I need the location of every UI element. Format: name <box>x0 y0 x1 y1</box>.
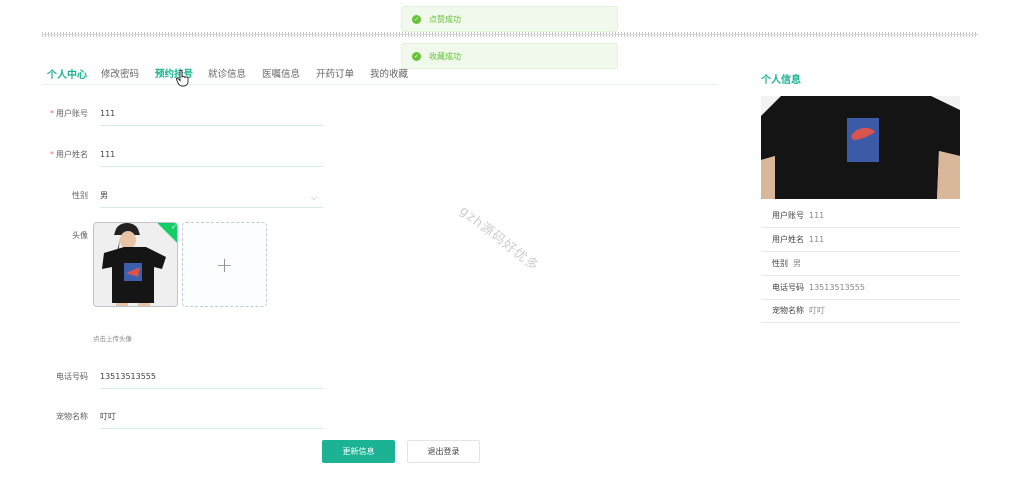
profile-row-account: 用户账号 111 <box>761 205 960 228</box>
profile-row-gender: 性别男 <box>761 253 960 276</box>
profile-row-pet: 宠物名称 叮叮 <box>761 300 960 323</box>
plus-icon: + <box>216 252 233 277</box>
name-input[interactable]: 111 <box>100 148 323 167</box>
phone-input[interactable]: 13513513555 <box>100 370 323 389</box>
toast-text: 收藏成功 <box>429 51 461 61</box>
avatar-label: 头像 <box>72 231 88 240</box>
phone-label: 电话号码 <box>56 372 88 381</box>
pet-label: 宠物名称 <box>56 412 88 421</box>
account-label: * 用户账号 <box>50 109 88 118</box>
toast-like-success: ✓ 点赞成功 <box>401 6 618 32</box>
logout-button[interactable]: 退出登录 <box>407 440 480 463</box>
tab-prescription-orders[interactable]: 开药订单 <box>316 66 354 80</box>
divider-ruler <box>42 32 978 37</box>
profile-row-name: 用户姓名 111 <box>761 229 960 252</box>
watermark: gzh源码好优多 <box>456 203 542 275</box>
toast-favorite-success: ✓ 收藏成功 <box>401 43 618 69</box>
toast-text: 点赞成功 <box>429 14 461 24</box>
update-info-button[interactable]: 更新信息 <box>322 440 395 463</box>
profile-title: 个人信息 <box>761 75 801 86</box>
profile-photo <box>761 96 960 199</box>
name-label: * 用户姓名 <box>50 150 88 159</box>
check-circle-icon: ✓ <box>412 51 421 61</box>
tab-change-password[interactable]: 修改密码 <box>101 66 139 80</box>
avatar-upload-button[interactable]: + <box>182 222 267 307</box>
pet-name-input[interactable]: 叮叮 <box>100 410 323 429</box>
gender-value: 男 <box>100 191 108 200</box>
hand-cursor-icon <box>176 70 189 87</box>
check-circle-icon: ✓ <box>412 14 421 24</box>
gender-label: 性别 <box>72 191 88 200</box>
avatar-thumbnail[interactable]: ✓ <box>93 222 178 307</box>
gender-select[interactable]: 男 ⌵ <box>100 189 323 208</box>
tab-personal-center[interactable]: 个人中心 <box>47 66 87 81</box>
account-input[interactable]: 111 <box>100 107 323 126</box>
upload-hint: 点击上传头像 <box>93 335 132 343</box>
tab-medical-advice[interactable]: 医嘱信息 <box>262 66 300 80</box>
chevron-down-icon: ⌵ <box>310 193 317 202</box>
avatar-image <box>94 223 177 306</box>
tab-visit-info[interactable]: 就诊信息 <box>208 66 246 80</box>
profile-row-phone: 电话号码 13513513555 <box>761 277 960 300</box>
check-icon: ✓ <box>171 222 177 231</box>
profile-image <box>761 96 960 199</box>
